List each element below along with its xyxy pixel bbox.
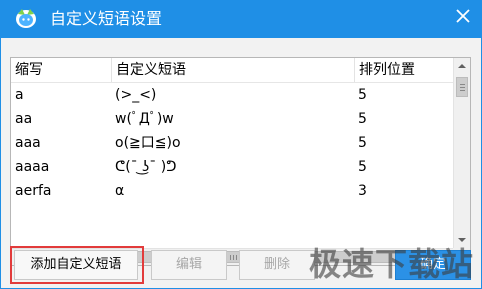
table-header: 缩写 自定义短语 排列位置 (11, 58, 455, 83)
title-bar: 自定义短语设置 (0, 0, 482, 38)
close-button[interactable] (444, 0, 482, 38)
cell-position: 5 (358, 87, 367, 103)
table-row[interactable]: aerfa α 3 (11, 179, 455, 203)
phrase-table: 缩写 自定义短语 排列位置 a (>_<) 5 aa w(ﾟДﾟ)w 5 aaa… (10, 57, 471, 266)
cell-position: 5 (358, 135, 367, 151)
cell-abbr: a (15, 87, 24, 103)
window-title: 自定义短语设置 (50, 9, 163, 28)
cell-position: 3 (358, 183, 367, 199)
cell-abbr: aaa (15, 135, 41, 151)
cell-phrase: ᕦ(¯ ͜ʖ¯ )ᕤ (115, 159, 177, 175)
cell-abbr: aerfa (15, 183, 52, 199)
cell-phrase: (>_<) (115, 87, 157, 103)
cell-position: 5 (358, 111, 367, 127)
cell-position: 5 (358, 159, 367, 175)
table-row[interactable]: aa w(ﾟДﾟ)w 5 (11, 107, 455, 131)
vertical-scrollbar[interactable] (453, 58, 470, 248)
column-header-phrase[interactable]: 自定义短语 (111, 58, 354, 82)
table-row[interactable]: aaa o(≧口≦)o 5 (11, 131, 455, 155)
watermark-text: 极速下载站 (309, 245, 475, 283)
dialog-body: 缩写 自定义短语 排列位置 a (>_<) 5 aa w(ﾟДﾟ)w 5 aaa… (0, 38, 482, 289)
delete-button[interactable]: 删除 (239, 250, 315, 280)
highlight-box (10, 246, 144, 284)
cell-abbr: aaaa (15, 159, 50, 175)
cell-abbr: aa (15, 111, 33, 127)
cell-phrase: o(≧口≦)o (115, 135, 181, 151)
vertical-scroll-thumb[interactable] (456, 77, 468, 97)
scroll-up-arrow-icon[interactable] (454, 58, 470, 75)
cell-phrase: w(ﾟДﾟ)w (115, 111, 174, 127)
close-icon (456, 9, 470, 23)
edit-button[interactable]: 编辑 (151, 250, 227, 280)
cell-phrase: α (115, 183, 125, 199)
column-header-position[interactable]: 排列位置 (354, 58, 455, 82)
app-logo-icon (16, 9, 36, 28)
table-row[interactable]: a (>_<) 5 (11, 83, 455, 107)
table-row[interactable]: aaaa ᕦ(¯ ͜ʖ¯ )ᕤ 5 (11, 155, 455, 179)
column-header-abbr[interactable]: 缩写 (11, 58, 111, 82)
